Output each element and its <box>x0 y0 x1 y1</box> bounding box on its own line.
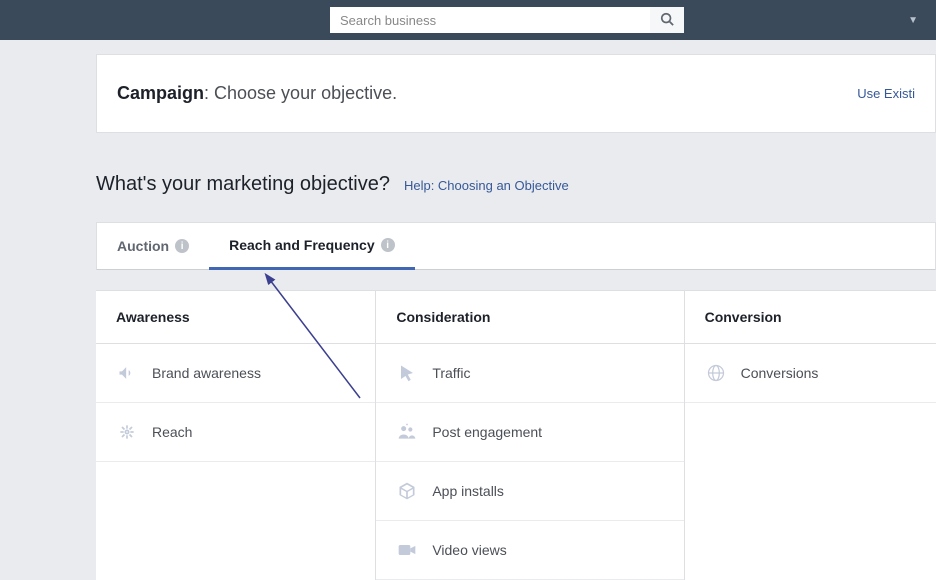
buying-type-tabs: Auction i Reach and Frequency i <box>96 222 936 270</box>
search-icon <box>660 12 674 29</box>
column-consideration: Consideration Traffic Post engagement Ap… <box>376 291 684 580</box>
objective-reach[interactable]: Reach <box>96 403 375 462</box>
megaphone-icon <box>116 362 138 384</box>
objective-app-installs[interactable]: App installs <box>376 462 683 521</box>
reach-icon <box>116 421 138 443</box>
objective-label: Post engagement <box>432 424 542 440</box>
column-header-conversion: Conversion <box>685 291 936 344</box>
objective-video-views[interactable]: Video views <box>376 521 683 580</box>
objective-label: Video views <box>432 542 506 558</box>
top-bar: ▼ <box>0 0 936 40</box>
campaign-card: Campaign: Choose your objective. Use Exi… <box>96 54 936 133</box>
objective-section: What's your marketing objective? Help: C… <box>96 173 936 580</box>
campaign-label: Campaign <box>117 83 204 103</box>
cursor-icon <box>396 362 418 384</box>
search-container <box>330 7 684 33</box>
column-header-consideration: Consideration <box>376 291 683 344</box>
objective-label: Traffic <box>432 365 470 381</box>
objective-label: Brand awareness <box>152 365 261 381</box>
section-heading: What's your marketing objective? <box>96 173 390 196</box>
column-header-awareness: Awareness <box>96 291 375 344</box>
tab-reach-frequency-label: Reach and Frequency <box>229 237 375 253</box>
objective-traffic[interactable]: Traffic <box>376 344 683 403</box>
use-existing-link[interactable]: Use Existi <box>857 86 915 101</box>
globe-icon <box>705 362 727 384</box>
help-link[interactable]: Help: Choosing an Objective <box>404 178 569 193</box>
objective-brand-awareness[interactable]: Brand awareness <box>96 344 375 403</box>
objective-label: Conversions <box>741 365 819 381</box>
objective-post-engagement[interactable]: Post engagement <box>376 403 683 462</box>
section-head: What's your marketing objective? Help: C… <box>96 173 936 196</box>
objective-label: Reach <box>152 424 192 440</box>
objectives-grid: Awareness Brand awareness Reach Consider… <box>96 290 936 580</box>
video-icon <box>396 539 418 561</box>
box-icon <box>396 480 418 502</box>
campaign-title: Campaign: Choose your objective. <box>117 83 397 104</box>
column-awareness: Awareness Brand awareness Reach <box>96 291 376 580</box>
people-icon <box>396 421 418 443</box>
campaign-subtitle: : Choose your objective. <box>204 83 397 103</box>
search-button[interactable] <box>650 7 684 33</box>
column-conversion: Conversion Conversions <box>685 291 936 580</box>
search-input[interactable] <box>330 7 650 33</box>
tab-auction[interactable]: Auction i <box>97 223 209 269</box>
info-icon[interactable]: i <box>381 238 395 252</box>
objective-label: App installs <box>432 483 504 499</box>
objective-conversions[interactable]: Conversions <box>685 344 936 403</box>
account-dropdown[interactable]: ▼ <box>908 15 918 26</box>
tab-auction-label: Auction <box>117 238 169 254</box>
info-icon[interactable]: i <box>175 239 189 253</box>
tab-reach-frequency[interactable]: Reach and Frequency i <box>209 223 415 270</box>
